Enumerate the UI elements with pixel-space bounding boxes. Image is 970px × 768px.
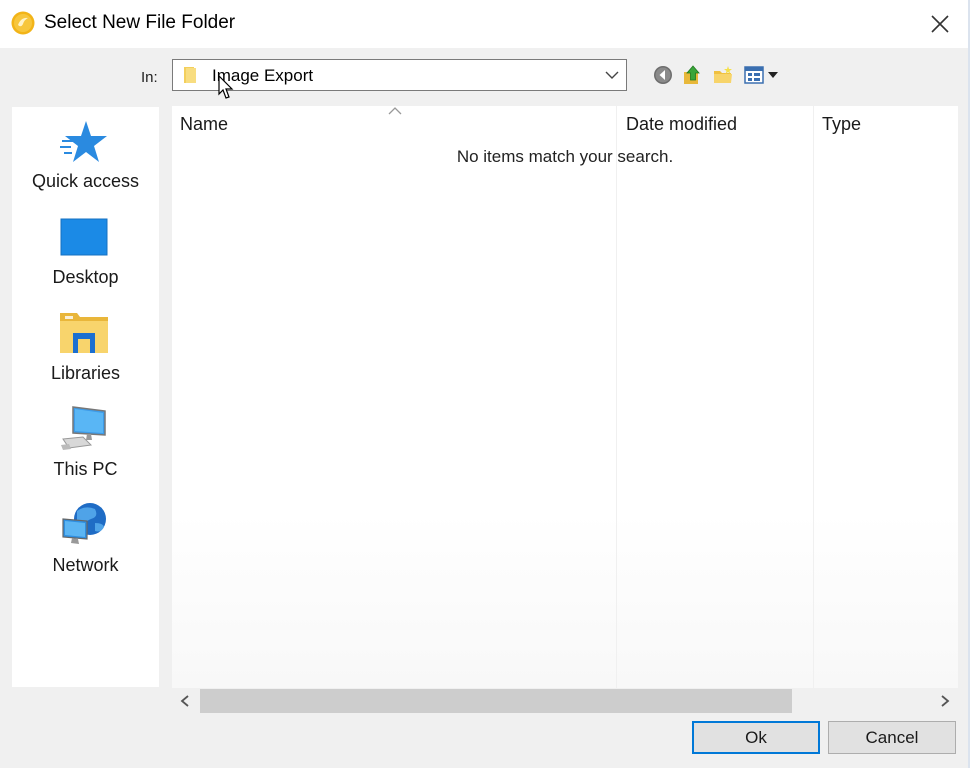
back-icon[interactable] — [652, 64, 674, 86]
place-quick-access[interactable]: Quick access — [12, 117, 159, 209]
desktop-icon — [60, 218, 108, 256]
chevron-left-icon — [180, 695, 189, 707]
cancel-button[interactable]: Cancel — [828, 721, 956, 754]
place-label: Desktop — [52, 267, 119, 287]
chevron-down-icon[interactable] — [605, 69, 619, 81]
column-divider[interactable] — [813, 106, 814, 688]
this-pc-icon — [61, 406, 106, 450]
horizontal-scrollbar[interactable] — [172, 688, 958, 714]
up-folder-icon[interactable] — [682, 64, 704, 86]
view-menu-icon[interactable] — [743, 64, 781, 86]
quick-access-star-icon — [60, 121, 107, 162]
place-desktop[interactable]: Desktop — [12, 213, 159, 305]
place-libraries[interactable]: Libraries — [12, 309, 159, 401]
ok-button[interactable]: Ok — [692, 721, 820, 754]
folder-icon — [184, 67, 196, 83]
place-label: Network — [52, 555, 119, 575]
place-this-pc[interactable]: This PC — [12, 405, 159, 497]
chevron-right-icon — [941, 695, 950, 707]
network-icon — [62, 503, 106, 544]
app-icon — [11, 11, 35, 35]
new-folder-icon[interactable] — [712, 64, 734, 86]
title-bar[interactable]: Select New File Folder — [0, 0, 970, 48]
look-in-dropdown[interactable]: Image Export — [172, 59, 627, 91]
empty-list-message: No items match your search. — [456, 147, 674, 166]
place-network[interactable]: Network — [12, 501, 159, 593]
mouse-cursor-icon — [218, 75, 234, 99]
scroll-right-button[interactable] — [932, 688, 958, 714]
column-header-name[interactable]: Name — [180, 114, 228, 135]
place-label: Libraries — [50, 363, 121, 383]
look-in-label: In: — [141, 69, 158, 86]
places-bar: Quick access Desktop Libraries This PC N… — [12, 107, 159, 687]
column-divider[interactable] — [616, 106, 617, 688]
column-header-date-modified[interactable]: Date modified — [626, 114, 737, 135]
close-button[interactable] — [910, 0, 970, 48]
sort-ascending-icon — [388, 107, 402, 115]
place-label: This PC — [53, 459, 118, 479]
scroll-left-button[interactable] — [172, 688, 198, 714]
libraries-icon — [60, 313, 108, 353]
column-header-type[interactable]: Type — [822, 114, 861, 135]
scroll-thumb[interactable] — [200, 689, 792, 713]
window-title: Select New File Folder — [44, 12, 236, 33]
file-list[interactable]: Name Date modified Type No items match y… — [172, 106, 958, 688]
close-icon — [931, 15, 949, 33]
place-label: Quick access — [31, 171, 140, 191]
